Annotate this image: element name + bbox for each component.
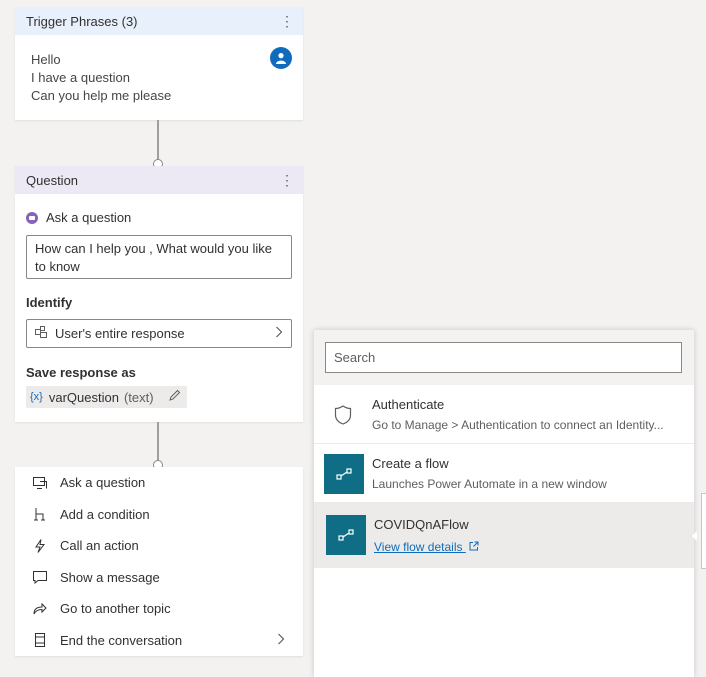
flow-subtitle: Launches Power Automate in a new window <box>372 477 607 491</box>
search-area <box>314 330 694 385</box>
identify-value: User's entire response <box>55 326 185 341</box>
question-text-field[interactable]: How can I help you , What would you like… <box>26 235 292 279</box>
variable-type: (text) <box>123 389 154 405</box>
more-options-icon[interactable]: ⋮ <box>280 173 294 187</box>
save-response-label: Save response as <box>26 365 136 380</box>
trigger-phrase: Can you help me please <box>31 88 172 103</box>
question-card-header: Question ⋮ <box>15 166 303 194</box>
message-icon <box>32 569 48 585</box>
question-card-title: Question <box>26 172 79 188</box>
flow-item-create-flow[interactable]: Create a flow Launches Power Automate in… <box>314 444 694 503</box>
user-avatar-icon <box>270 47 292 69</box>
variable-chip[interactable]: {x} varQuestion (text) <box>26 386 187 408</box>
menu-item-label: Call an action <box>60 538 139 554</box>
connector-line <box>157 120 159 160</box>
trigger-phrase-list: Hello I have a question Can you help me … <box>15 35 303 105</box>
edit-pencil-icon[interactable] <box>168 389 181 405</box>
chevron-right-icon <box>275 326 283 341</box>
entity-icon <box>35 326 47 341</box>
connector-line <box>157 422 159 461</box>
menu-item-add-condition[interactable]: Add a condition <box>15 499 303 531</box>
flow-subtitle: Go to Manage > Authentication to connect… <box>372 418 664 432</box>
end-icon <box>32 632 48 648</box>
more-options-icon[interactable]: ⋮ <box>280 14 294 28</box>
side-panel-tab[interactable] <box>701 493 706 569</box>
identify-label: Identify <box>26 295 73 310</box>
power-automate-flow-icon <box>326 515 366 555</box>
menu-item-show-message[interactable]: Show a message <box>15 562 303 594</box>
menu-item-call-action[interactable]: Call an action <box>15 530 303 562</box>
variable-name: varQuestion <box>48 389 119 405</box>
view-flow-details-link[interactable]: View flow details <box>374 540 479 554</box>
flow-item-covidqnaflow[interactable]: COVIDQnAFlow View flow details <box>314 503 694 568</box>
variable-icon: {x} <box>30 391 43 403</box>
menu-item-ask-question[interactable]: Ask a question <box>15 467 303 499</box>
menu-item-end-conversation[interactable]: End the conversation <box>15 625 303 657</box>
add-node-menu: Ask a question Add a condition Call an a… <box>15 467 303 656</box>
link-label: View flow details <box>374 540 463 554</box>
trigger-phrase: I have a question <box>31 70 131 85</box>
trigger-card-title: Trigger Phrases (3) <box>26 13 138 29</box>
question-node-card[interactable]: Question ⋮ Ask a question How can I help… <box>15 166 303 422</box>
panel-pointer-caret <box>692 531 697 541</box>
trigger-phrases-card[interactable]: Trigger Phrases (3) ⋮ Hello I have a que… <box>15 7 303 120</box>
redirect-icon <box>32 601 48 617</box>
open-external-icon <box>469 540 479 554</box>
chevron-right-icon <box>277 633 285 648</box>
menu-item-label: Show a message <box>60 569 160 585</box>
question-bot-icon <box>26 211 38 224</box>
menu-item-label: Ask a question <box>60 475 146 491</box>
trigger-card-header: Trigger Phrases (3) ⋮ <box>15 7 303 35</box>
flow-title: COVIDQnAFlow <box>374 517 469 532</box>
menu-item-label: Add a condition <box>60 506 150 522</box>
menu-item-go-to-topic[interactable]: Go to another topic <box>15 593 303 625</box>
condition-icon <box>32 506 48 522</box>
flow-title: Authenticate <box>372 397 445 412</box>
menu-item-label: Go to another topic <box>60 601 171 617</box>
shield-icon <box>334 405 352 430</box>
flow-item-authenticate[interactable]: Authenticate Go to Manage > Authenticati… <box>314 385 694 444</box>
trigger-phrase: Hello <box>31 52 61 67</box>
ask-question-icon <box>32 475 48 491</box>
ask-question-label: Ask a question <box>46 210 132 225</box>
flow-title: Create a flow <box>372 456 449 471</box>
power-automate-flow-icon <box>324 454 364 494</box>
search-input[interactable] <box>325 342 682 373</box>
call-action-panel: Authenticate Go to Manage > Authenticati… <box>314 330 694 677</box>
ask-question-row: Ask a question <box>26 210 303 225</box>
identify-selector[interactable]: User's entire response <box>26 319 292 348</box>
menu-item-label: End the conversation <box>60 632 183 648</box>
lightning-icon <box>32 538 48 554</box>
